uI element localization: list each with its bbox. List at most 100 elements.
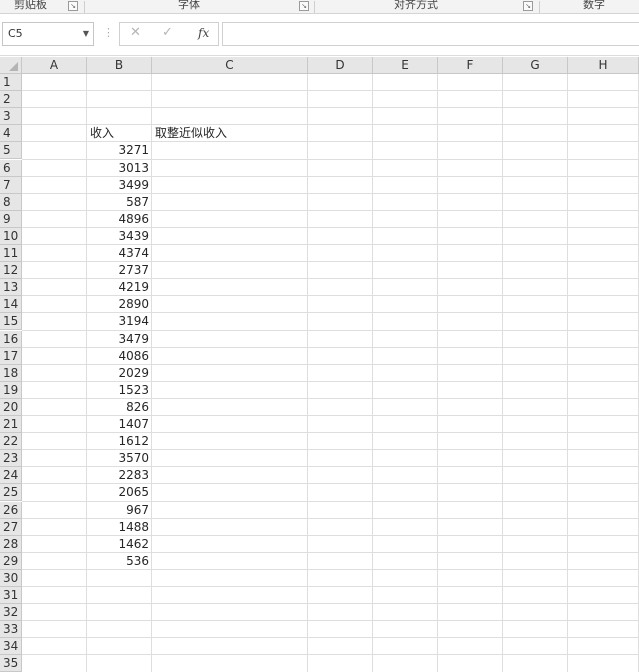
column-header-h[interactable]: H (568, 57, 639, 74)
row-header-7[interactable]: 7 (0, 176, 22, 194)
cell-B12[interactable]: 2737 (87, 262, 152, 279)
cell-B28[interactable]: 1462 (87, 536, 152, 553)
formula-bar: C5 ▼ ⋮ ✕ ✓ fx (0, 14, 639, 56)
row-header-27[interactable]: 27 (0, 518, 22, 536)
ribbon-group-clipboard-label: 剪贴板 (14, 0, 47, 11)
row-header-4[interactable]: 4 (0, 125, 22, 143)
cell-B22[interactable]: 1612 (87, 433, 152, 450)
row-header-29[interactable]: 29 (0, 552, 22, 570)
cell-C4[interactable]: 取整近似收入 (152, 125, 308, 142)
row-header-24[interactable]: 24 (0, 467, 22, 485)
name-box-value: C5 (8, 27, 23, 40)
row-header-32[interactable]: 32 (0, 604, 22, 622)
row-header-26[interactable]: 26 (0, 501, 22, 519)
row-header-28[interactable]: 28 (0, 535, 22, 553)
row-header-23[interactable]: 23 (0, 450, 22, 468)
worksheet-grid[interactable]: ABCDEFGH 1 2 3 4 5 6 7 8 9 10 11 12 13 14 15 16 17 18 19 20… (0, 57, 639, 672)
cell-B8[interactable]: 587 (87, 194, 152, 211)
ribbon-separator (84, 1, 85, 13)
row-header-17[interactable]: 17 (0, 347, 22, 365)
cell-B14[interactable]: 2890 (87, 296, 152, 313)
cell-B17[interactable]: 4086 (87, 348, 152, 365)
row-header-35[interactable]: 35 (0, 655, 22, 672)
column-header-d[interactable]: D (308, 57, 373, 74)
cell-B13[interactable]: 4219 (87, 279, 152, 296)
cancel-icon[interactable]: ✕ (130, 25, 141, 40)
row-header-20[interactable]: 20 (0, 398, 22, 416)
cell-B20[interactable]: 826 (87, 399, 152, 416)
row-header-34[interactable]: 34 (0, 638, 22, 656)
cell-B6[interactable]: 3013 (87, 160, 152, 177)
cell-B18[interactable]: 2029 (87, 365, 152, 382)
grid-line (22, 90, 639, 92)
cell-B19[interactable]: 1523 (87, 382, 152, 399)
grid-line (372, 74, 373, 672)
row-header-10[interactable]: 10 (0, 227, 22, 245)
cell-B15[interactable]: 3194 (87, 313, 152, 330)
cell-B24[interactable]: 2283 (87, 467, 152, 484)
insert-function-icon[interactable]: fx (198, 26, 209, 40)
alignment-dialog-launcher-icon[interactable]: ↘ (523, 1, 533, 11)
select-all-button[interactable] (0, 57, 22, 74)
cell-B5[interactable]: 3271 (87, 142, 152, 159)
name-box[interactable]: C5 ▼ (2, 22, 94, 46)
row-header-18[interactable]: 18 (0, 364, 22, 382)
row-header-13[interactable]: 13 (0, 279, 22, 297)
cell-B25[interactable]: 2065 (87, 484, 152, 501)
row-header-14[interactable]: 14 (0, 296, 22, 314)
enter-icon[interactable]: ✓ (162, 25, 173, 40)
row-header-11[interactable]: 11 (0, 245, 22, 263)
row-header-30[interactable]: 30 (0, 569, 22, 587)
ribbon-group-labels: 剪贴板 ↘ 字体 ↘ 对齐方式 ↘ 数字 (0, 0, 639, 14)
cell-B21[interactable]: 1407 (87, 416, 152, 433)
column-header-f[interactable]: F (438, 57, 503, 74)
ribbon-group-font-label: 字体 (178, 0, 200, 11)
row-header-22[interactable]: 22 (0, 433, 22, 451)
column-header-g[interactable]: G (503, 57, 568, 74)
row-header-3[interactable]: 3 (0, 108, 22, 126)
cell-B7[interactable]: 3499 (87, 177, 152, 194)
column-header-a[interactable]: A (22, 57, 87, 74)
row-header-5[interactable]: 5 (0, 142, 22, 160)
cell-B29[interactable]: 536 (87, 553, 152, 570)
select-all-triangle-icon (9, 62, 18, 71)
column-header-e[interactable]: E (373, 57, 438, 74)
cell-B23[interactable]: 3570 (87, 450, 152, 467)
row-header-25[interactable]: 25 (0, 484, 22, 502)
clipboard-dialog-launcher-icon[interactable]: ↘ (68, 1, 78, 11)
formula-buttons: ✕ ✓ fx (119, 22, 219, 46)
grid-line (22, 107, 639, 109)
column-header-b[interactable]: B (87, 57, 152, 74)
row-header-19[interactable]: 19 (0, 381, 22, 399)
cell-B10[interactable]: 3439 (87, 228, 152, 245)
row-header-33[interactable]: 33 (0, 621, 22, 639)
row-header-8[interactable]: 8 (0, 193, 22, 211)
row-header-31[interactable]: 31 (0, 587, 22, 605)
cell-B9[interactable]: 4896 (87, 211, 152, 228)
cell-B26[interactable]: 967 (87, 502, 152, 519)
cell-B4[interactable]: 收入 (87, 125, 152, 142)
grid-line (437, 74, 438, 672)
grid-line (22, 620, 639, 622)
column-header-c[interactable]: C (152, 57, 308, 74)
row-header-12[interactable]: 12 (0, 262, 22, 280)
cell-B27[interactable]: 1488 (87, 519, 152, 536)
cell-area[interactable]: 收入 取整近似收入 3271 3013 3499 587 4896 3439 4374 273… (22, 74, 639, 672)
cell-B16[interactable]: 3479 (87, 331, 152, 348)
chevron-down-icon[interactable]: ▼ (83, 23, 89, 45)
formula-input[interactable] (222, 22, 639, 46)
font-dialog-launcher-icon[interactable]: ↘ (299, 1, 309, 11)
row-header-1[interactable]: 1 (0, 74, 22, 92)
row-header-16[interactable]: 16 (0, 330, 22, 348)
row-header-15[interactable]: 15 (0, 313, 22, 331)
grid-line (22, 637, 639, 639)
cell-B11[interactable]: 4374 (87, 245, 152, 262)
row-header-2[interactable]: 2 (0, 91, 22, 109)
ribbon-group-number-label: 数字 (583, 0, 605, 11)
formula-bar-resize-handle[interactable]: ⋮ (103, 26, 114, 39)
row-header-21[interactable]: 21 (0, 416, 22, 434)
row-header-6[interactable]: 6 (0, 159, 22, 177)
grid-line (22, 654, 639, 656)
grid-line (22, 586, 639, 587)
row-header-9[interactable]: 9 (0, 210, 22, 228)
